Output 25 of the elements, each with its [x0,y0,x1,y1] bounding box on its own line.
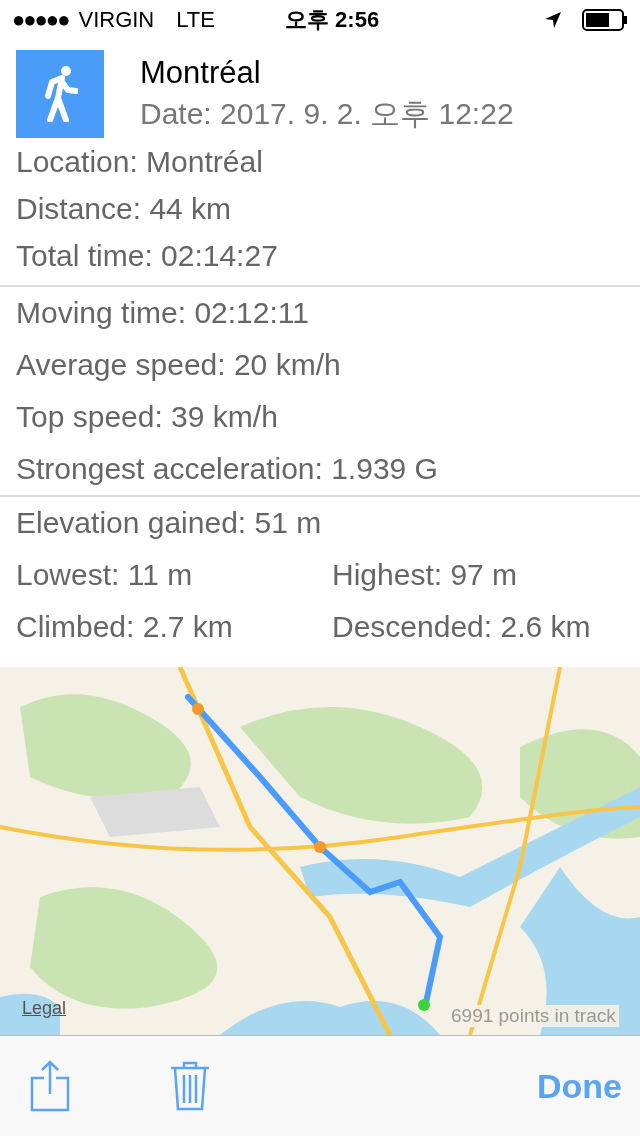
clock: 오후 2:56 [284,6,380,34]
stat-text: Elevation gained: 51 m [16,505,322,541]
stat-text: Location: Montréal [16,143,263,180]
share-button[interactable] [30,1060,70,1112]
stat-text: Strongest acceleration: 1.939 G [16,451,438,487]
walking-person-icon [42,66,78,122]
stat-text: Lowest: 11 m [16,557,193,593]
carrier-name: VIRGIN [78,7,155,33]
stat-text: Climbed: 2.7 km [16,609,233,645]
stat-text: Moving time: 02:12:11 [16,295,309,331]
legal-link[interactable]: Legal [22,998,67,1019]
stat-text: Distance: 44 km [16,190,232,227]
stat-text: Descended: 2.6 km [332,609,591,645]
delete-button[interactable] [170,1061,210,1111]
location-arrow-icon [544,11,562,29]
trip-date: Date: 2017. 9. 2. 오후 12:22 [140,96,514,132]
stat-text: Highest: 97 m [332,557,518,593]
network-type: LTE [176,7,215,33]
stat-text: Average speed: 20 km/h [16,347,341,383]
stat-text: Total time: 02:14:27 [16,237,278,274]
battery-icon [582,9,628,31]
done-button[interactable]: Done [537,1066,622,1106]
signal-strength: ●●●●● [12,7,69,33]
trip-title: Montréal [140,54,262,92]
stat-text: Top speed: 39 km/h [16,399,278,435]
